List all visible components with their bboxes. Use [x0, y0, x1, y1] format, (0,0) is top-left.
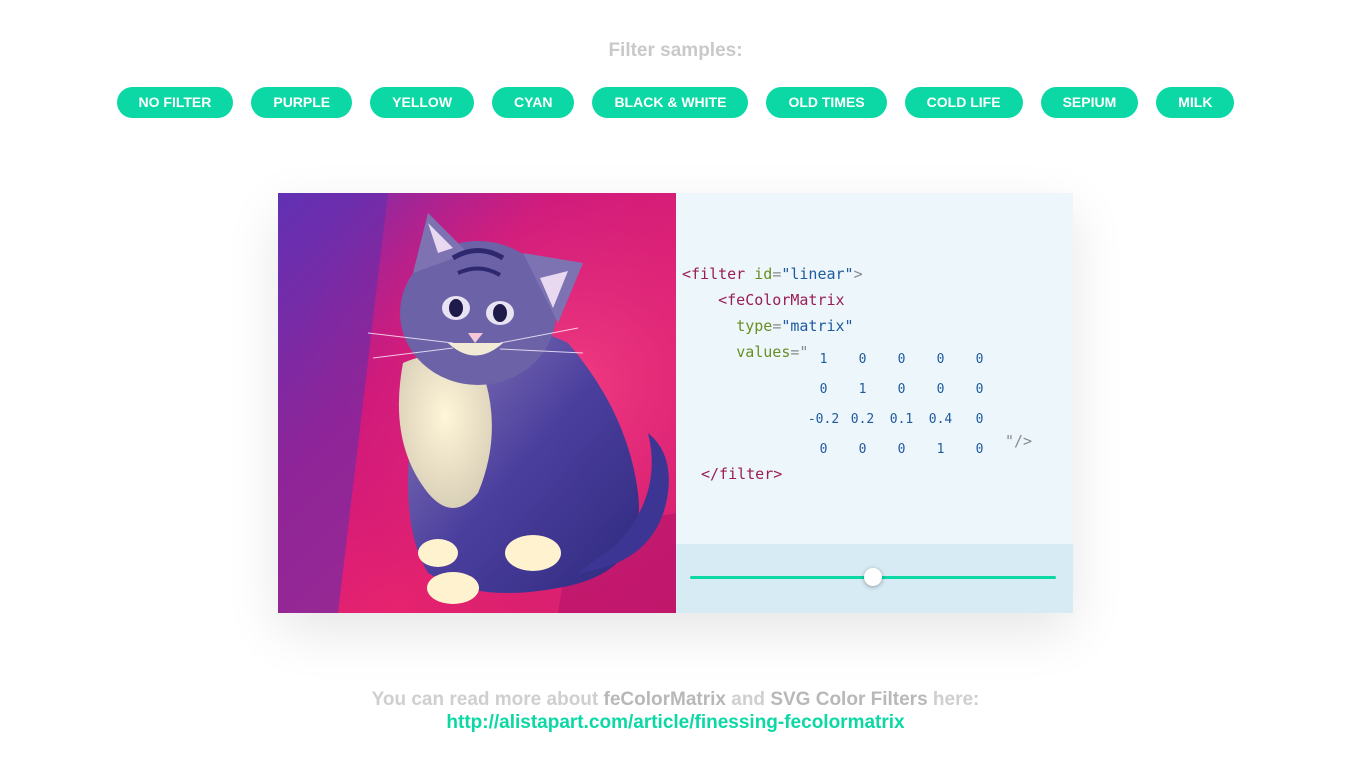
filter-demo-card: <filter id="linear"> <feColorMatrix type… — [278, 193, 1073, 613]
footer: You can read more about feColorMatrix an… — [0, 688, 1351, 734]
type-value: "matrix" — [781, 317, 854, 335]
matrix-row: 0 1 0 0 0 — [804, 375, 999, 405]
old-times-filter-button[interactable]: OLD TIMES — [766, 87, 887, 118]
cold-life-filter-button[interactable]: COLD LIFE — [904, 87, 1023, 118]
matrix-cell: 0.4 — [928, 412, 953, 427]
matrix-cell: 0 — [858, 442, 867, 457]
footer-text: You can read more about feColorMatrix an… — [0, 688, 1351, 711]
purple-filter-button[interactable]: PURPLE — [251, 87, 353, 118]
matrix-cell: 0 — [975, 412, 984, 427]
yellow-filter-button[interactable]: YELLOW — [370, 87, 475, 118]
matrix-cell: 0 — [975, 382, 984, 397]
footer-term-svg-color-filters: SVG Color Filters — [770, 689, 928, 710]
fe-color-matrix-tag: <feColorMatrix — [718, 291, 845, 309]
intensity-slider-area — [676, 544, 1073, 613]
matrix-cell: 0 — [975, 352, 984, 367]
footer-suffix: here: — [927, 689, 980, 710]
article-link[interactable]: http://alistapart.com/article/finessing-… — [446, 712, 904, 733]
matrix-cell: 0 — [936, 352, 945, 367]
milk-filter-button[interactable]: MILK — [1156, 87, 1235, 118]
matrix-cell: 1 — [936, 442, 945, 457]
values-close-tag: "/> — [1005, 432, 1033, 450]
page: Filter samples: NO FILTER PURPLE YELLOW … — [0, 0, 1351, 767]
matrix-cell: 1 — [819, 352, 828, 367]
cyan-filter-button[interactable]: CYAN — [492, 87, 575, 118]
matrix-row: 0 0 0 1 0 — [804, 435, 999, 465]
matrix-cell: 0 — [897, 442, 906, 457]
filter-open-tag: <filter — [682, 265, 746, 283]
filter-samples-title: Filter samples: — [608, 40, 743, 61]
footer-prefix: You can read more about — [371, 689, 604, 710]
matrix-cell: 0.2 — [850, 412, 875, 427]
filter-button-bar: NO FILTER PURPLE YELLOW CYAN BLACK & WHI… — [0, 87, 1351, 118]
kitten-illustration — [278, 193, 676, 613]
type-attribute: type — [736, 317, 773, 335]
matrix-row: -0.2 0.2 0.1 0.4 0 — [804, 405, 999, 435]
matrix-cell: 1 — [858, 382, 867, 397]
sepium-filter-button[interactable]: SEPIUM — [1040, 87, 1139, 118]
matrix-cell: 0 — [975, 442, 984, 457]
footer-term-fecolormatrix: feColorMatrix — [603, 689, 726, 710]
footer-middle: and — [725, 689, 771, 710]
matrix-cell: -0.2 — [807, 412, 840, 427]
matrix-cell: 0.1 — [889, 412, 914, 427]
slider-thumb[interactable] — [864, 568, 882, 586]
filter-close-tag: </filter> — [701, 465, 783, 483]
code-panel: <filter id="linear"> <feColorMatrix type… — [676, 193, 1073, 613]
matrix-cell: 0 — [858, 352, 867, 367]
id-value: "linear" — [781, 265, 854, 283]
matrix-cell: 0 — [936, 382, 945, 397]
matrix-cell: 0 — [897, 382, 906, 397]
no-filter-button[interactable]: NO FILTER — [116, 87, 234, 118]
id-attribute: id — [754, 265, 773, 283]
color-matrix: 1 0 0 0 0 0 1 0 0 0 -0.2 0.2 0.1 0.4 0 0… — [804, 345, 999, 465]
matrix-cell: 0 — [819, 382, 828, 397]
matrix-row: 1 0 0 0 0 — [804, 345, 999, 375]
filter-close-line: </filter> — [701, 461, 782, 487]
matrix-cell: 0 — [897, 352, 906, 367]
matrix-cell: 0 — [819, 442, 828, 457]
values-attribute: values — [736, 343, 791, 361]
black-white-filter-button[interactable]: BLACK & WHITE — [592, 87, 749, 118]
kitten-photo — [278, 193, 676, 613]
